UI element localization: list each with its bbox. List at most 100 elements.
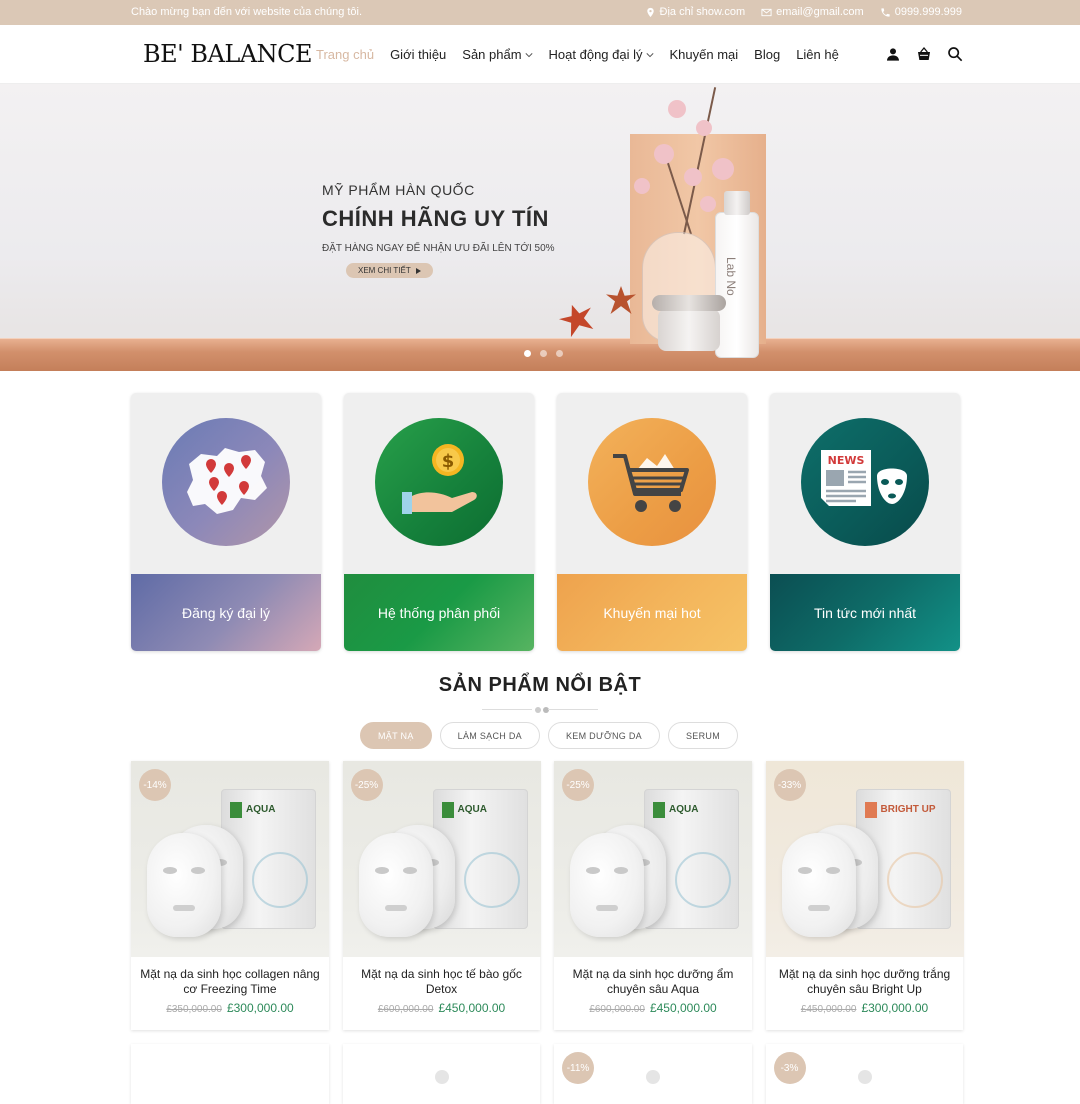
slider-dots bbox=[524, 350, 563, 357]
product-price: £600,000.00 £450,000.00 bbox=[343, 1001, 541, 1015]
slider-dot[interactable] bbox=[556, 350, 563, 357]
product-price: £600,000.00 £450,000.00 bbox=[554, 1001, 752, 1015]
shopping-cart-icon bbox=[588, 418, 716, 546]
sheet-mask bbox=[358, 833, 433, 937]
blossom bbox=[700, 196, 716, 212]
jar-lid bbox=[652, 295, 726, 311]
site-header: BE' BALANCE Trang chủ Giới thiệu Sản phẩ… bbox=[0, 25, 1080, 84]
envelope-icon bbox=[761, 8, 772, 16]
discount-badge: -25% bbox=[350, 769, 383, 801]
feature-label: Tin tức mới nhất bbox=[770, 574, 960, 651]
site-logo[interactable]: BE' BALANCE bbox=[143, 40, 313, 68]
coin-hand-icon: $ bbox=[375, 418, 503, 546]
discount-badge: -14% bbox=[139, 769, 171, 801]
sheet-mask bbox=[570, 833, 644, 937]
phone-link[interactable]: 0999.999.999 bbox=[880, 6, 962, 18]
nav-item-home[interactable]: Trang chủ bbox=[316, 47, 374, 62]
hero-promo: ĐẶT HÀNG NGAY ĐỂ NHẬN ƯU ĐÃI LÊN TỚI 50% bbox=[322, 243, 555, 254]
product-card[interactable]: -11% bbox=[554, 1044, 752, 1104]
nav-item-products[interactable]: Sản phẩm bbox=[462, 47, 533, 62]
user-icon[interactable] bbox=[885, 46, 901, 62]
product-image[interactable]: AQUA -14% bbox=[131, 761, 329, 957]
feature-label: Đăng ký đại lý bbox=[131, 574, 321, 651]
slider-dot[interactable] bbox=[524, 350, 531, 357]
address-link[interactable]: Địa chỉ show.com bbox=[645, 6, 746, 18]
phone-text: 0999.999.999 bbox=[894, 6, 962, 18]
discount-badge: -3% bbox=[773, 1052, 806, 1084]
nav-item-blog[interactable]: Blog bbox=[754, 47, 780, 62]
product-tabs: MẶT NẠ LÀM SẠCH DA KEM DƯỠNG DA SERUM bbox=[360, 722, 738, 749]
email-text: email@gmail.com bbox=[776, 6, 864, 18]
feature-label: Khuyến mại hot bbox=[557, 574, 747, 651]
product-card[interactable] bbox=[342, 1044, 540, 1104]
blossom bbox=[668, 100, 686, 118]
blossom bbox=[712, 158, 734, 180]
email-link[interactable]: email@gmail.com bbox=[761, 6, 864, 18]
nav-item-contact[interactable]: Liên hệ bbox=[796, 47, 839, 62]
nav-item-about[interactable]: Giới thiệu bbox=[390, 47, 446, 62]
blossom bbox=[634, 178, 650, 194]
welcome-text: Chào mừng bạn đến với website của chúng … bbox=[131, 6, 363, 18]
product-name[interactable]: Mặt nạ da sinh học dưỡng ẩm chuyên sâu A… bbox=[560, 967, 746, 997]
tab-masks[interactable]: MẶT NẠ bbox=[360, 722, 432, 749]
product-card[interactable]: AQUA -14% Mặt nạ da sinh học collagen nâ… bbox=[131, 761, 329, 1030]
product-image[interactable]: AQUA -25% bbox=[554, 761, 752, 957]
nav-item-agency[interactable]: Hoạt động đại lý bbox=[549, 47, 654, 62]
tab-cleansing[interactable]: LÀM SẠCH DA bbox=[439, 722, 540, 749]
product-card[interactable]: BRIGHT UP -33% Mặt nạ da sinh học dưỡng … bbox=[765, 761, 964, 1030]
feature-card-agency[interactable]: Đăng ký đại lý bbox=[131, 393, 321, 651]
feature-card-distribution[interactable]: $ Hệ thống phân phối bbox=[344, 393, 534, 651]
product-name[interactable]: Mặt nạ da sinh học collagen nâng cơ Free… bbox=[137, 967, 323, 997]
blossom bbox=[684, 168, 702, 186]
location-pin-icon bbox=[646, 7, 654, 17]
product-grid-row-2: -11% -3% bbox=[131, 1044, 963, 1104]
svg-text:$: $ bbox=[442, 451, 455, 472]
feature-label: Hệ thống phân phối bbox=[344, 574, 534, 651]
tab-serum[interactable]: SERUM bbox=[667, 722, 738, 749]
product-card[interactable]: -3% bbox=[765, 1044, 963, 1104]
section-title: SẢN PHẨM NỔI BẬT bbox=[438, 674, 642, 696]
sale-price: £300,000.00 bbox=[226, 1001, 294, 1015]
hero-text: MỸ PHẨM HÀN QUỐC CHÍNH HÃNG UY TÍN ĐẶT H… bbox=[322, 182, 555, 278]
sale-price: £300,000.00 bbox=[861, 1001, 929, 1015]
old-price: £350,000.00 bbox=[166, 1004, 222, 1015]
product-image[interactable]: BRIGHT UP -33% bbox=[765, 761, 964, 957]
hero-subtitle: MỸ PHẨM HÀN QUỐC bbox=[322, 182, 475, 198]
view-details-label: XEM CHI TIẾT bbox=[358, 266, 411, 275]
address-text: Địa chỉ show.com bbox=[659, 6, 746, 18]
discount-badge: -33% bbox=[773, 769, 806, 801]
product-name[interactable]: Mặt nạ da sinh học dưỡng trắng chuyên sâ… bbox=[772, 967, 958, 997]
map-pins-icon bbox=[162, 418, 290, 546]
play-arrow-icon bbox=[415, 267, 421, 274]
nav-item-promotions[interactable]: Khuyến mại bbox=[670, 47, 739, 62]
sale-price: £450,000.00 bbox=[438, 1001, 506, 1015]
old-price: £600,000.00 bbox=[589, 1004, 645, 1015]
tab-moisturizer[interactable]: KEM DƯỠNG DA bbox=[547, 722, 660, 749]
product-price: £450,000.00 £300,000.00 bbox=[766, 1001, 964, 1015]
product-card[interactable]: AQUA -25% Mặt nạ da sinh học dưỡng ẩm ch… bbox=[554, 761, 752, 1030]
feature-card-news[interactable]: NEWS Tin tức mới nhất bbox=[770, 393, 960, 651]
news-mask-icon: NEWS bbox=[801, 418, 929, 546]
search-icon[interactable] bbox=[947, 46, 963, 62]
product-card[interactable]: AQUA -25% Mặt nạ da sinh học tế bào gốc … bbox=[342, 761, 541, 1030]
discount-badge: -25% bbox=[562, 769, 594, 801]
feature-card-hot-deals[interactable]: Khuyến mại hot bbox=[557, 393, 747, 651]
slider-dot[interactable] bbox=[540, 350, 547, 357]
phone-icon bbox=[881, 7, 890, 17]
view-details-button[interactable]: XEM CHI TIẾT bbox=[346, 263, 433, 278]
bottle-brand: Lab No bbox=[724, 257, 738, 296]
product-card[interactable] bbox=[131, 1044, 329, 1104]
product-image[interactable]: AQUA -25% bbox=[342, 761, 541, 957]
blossom bbox=[654, 144, 674, 164]
contact-info: Địa chỉ show.com email@gmail.com 0999.99… bbox=[645, 6, 962, 18]
product-price: £350,000.00 £300,000.00 bbox=[131, 1001, 329, 1015]
cart-icon[interactable] bbox=[916, 46, 932, 62]
hero-title: CHÍNH HÃNG UY TÍN bbox=[322, 206, 549, 231]
main-nav: Trang chủ Giới thiệu Sản phẩm Hoạt động … bbox=[316, 47, 839, 62]
product-name[interactable]: Mặt nạ da sinh học tế bào gốc Detox bbox=[349, 967, 535, 997]
toner-bottle: Lab No bbox=[715, 191, 759, 358]
sale-price: £450,000.00 bbox=[649, 1001, 717, 1015]
product-grid: AQUA -14% Mặt nạ da sinh học collagen nâ… bbox=[131, 761, 964, 1030]
bottle-cap bbox=[724, 191, 750, 215]
hero-banner[interactable]: Lab No MỸ PHẨM HÀN QUỐC CHÍNH HÃNG UY TÍ… bbox=[0, 84, 1080, 371]
